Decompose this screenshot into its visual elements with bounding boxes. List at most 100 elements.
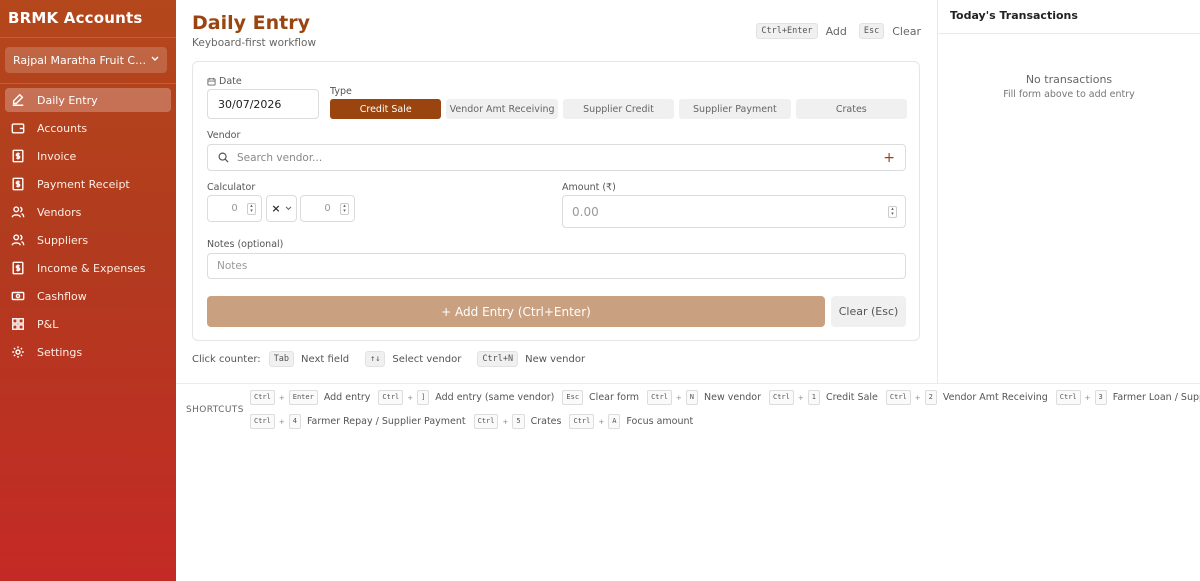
users-icon [10,233,25,248]
calendar-icon [207,77,216,86]
app-title: BRMK Accounts [0,0,176,38]
vendor-search-input[interactable]: Search vendor... + [207,144,906,171]
shortcut-key: 4 [288,414,301,429]
clear-button[interactable]: Clear (Esc) [831,296,906,327]
plus-separator: + [797,393,804,402]
shortcut-desc: Focus amount [626,416,694,427]
counter-text: New vendor [525,353,586,365]
type-tab-vendor-amt-receiving[interactable]: Vendor Amt Receiving [446,99,558,119]
type-tab-supplier-credit[interactable]: Supplier Credit [562,99,675,119]
page-title: Daily Entry [192,12,310,34]
shortcut-key: Ctrl [250,414,275,429]
amount-label: Amount (₹) [562,182,616,193]
shortcut-desc: Add entry [323,392,371,403]
shortcut-key: A [608,414,621,429]
sidebar-item-suppliers[interactable]: Suppliers [5,228,171,252]
shortcut-desc: Vendor Amt Receiving [942,392,1048,403]
shortcut-key: Esc [562,390,584,405]
shortcut-item: Ctrl +2 Vendor Amt Receiving [885,390,1048,405]
company-selector[interactable]: Rajpal Maratha Fruit Com... [5,47,167,73]
shortcut-item: Ctrl +4 Farmer Repay / Supplier Payment [250,414,466,429]
type-tab-supplier-payment[interactable]: Supplier Payment [679,99,791,119]
main-content: Daily Entry Keyboard-first workflow Ctrl… [176,0,937,383]
plus-separator: + [598,417,605,426]
vendor-label: Vendor [207,130,241,141]
sidebar-item-label: P&L [37,317,59,331]
shortcut-key: Ctrl [885,390,911,405]
company-name: Rajpal Maratha Fruit Com... [13,53,147,67]
sidebar-nav: Daily Entry Accounts Invoice Payment Receip… [0,84,176,372]
clear-key-label[interactable]: Clear [892,25,921,38]
counter-key: Ctrl+N [477,351,519,367]
sidebar-item-p-l[interactable]: P&L [5,312,171,336]
plus-separator: + [502,417,509,426]
vendor-placeholder: Search vendor... [237,151,323,164]
shortcut-key: Ctrl [250,390,275,405]
add-vendor-icon[interactable]: + [883,150,895,166]
sidebar-item-accounts[interactable]: Accounts [5,116,171,140]
sidebar-item-vendors[interactable]: Vendors [5,200,171,224]
stepper-icon[interactable]: ▴ ▾ [340,203,349,215]
type-label: Type [330,86,352,97]
shortcut-desc: New vendor [704,392,761,403]
shortcut-key: Ctrl [647,390,672,405]
sidebar-item-label: Daily Entry [37,93,98,107]
cash-icon [10,289,25,304]
plus-separator: + [914,393,921,402]
shortcut-item: Ctrl+3 Farmer Loan / Supplier Credit [1055,390,1200,405]
notes-label: Notes (optional) [207,239,284,250]
shortcut-desc: Add entry (same vendor) [435,392,555,403]
plus-separator: + [1084,393,1091,402]
calc-operand-b[interactable]: 0 ▴ ▾ [300,195,355,222]
shortcut-key: Enter [288,390,318,405]
calc-operand-a[interactable]: 0 ▴ ▾ [207,195,262,222]
shortcut-item: Ctrl + Enter Add entry [250,390,370,405]
shortcut-item: Ctrl + N New vendor [647,390,761,405]
counter-text: Select vendor [392,353,462,365]
dollar-icon [10,261,25,276]
clear-key-badge: Esc [858,23,885,39]
plus-separator: + [407,393,414,402]
plus-separator: + [675,393,682,402]
counter-text: Next field [301,353,350,365]
sidebar-item-label: Cashflow [37,289,87,303]
sidebar-item-payment-receipt[interactable]: Payment Receipt [5,172,171,196]
date-input[interactable]: 30/07/2026 [207,89,319,119]
date-label: Date [207,76,242,87]
shortcuts-line-2: Ctrl +4 Farmer Repay / Supplier Payment Ctr… [250,414,701,429]
shortcut-item: Ctrl +1 Credit Sale [769,390,878,405]
transactions-panel: Today's Transactions No transactions Fil… [937,0,1200,383]
sidebar-item-settings[interactable]: Settings [5,340,171,364]
receipt-icon [10,177,25,192]
shortcut-key: Ctrl [569,414,595,429]
entry-form-card: Date 30/07/2026 Type Credit Sale Vendor A… [192,61,920,341]
shortcuts-line-1: Ctrl + Enter Add entry Ctrl +] Add entry (same… [250,390,1200,405]
add-key-label[interactable]: Add [826,25,847,38]
sidebar-item-cashflow[interactable]: Cashflow [5,284,171,308]
shortcut-item: Ctrl +] Add entry (same vendor) [378,390,554,405]
add-entry-button[interactable]: + Add Entry (Ctrl+Enter) [207,296,825,327]
shortcut-key: Ctrl [378,390,404,405]
header-shortcuts: Ctrl+Enter Add Esc Clear [756,23,921,39]
shortcut-key: 2 [924,390,937,405]
invoice-icon [10,149,25,164]
sidebar-item-daily-entry[interactable]: Daily Entry [5,88,171,112]
edit-icon [10,93,25,108]
empty-state-subtitle: Fill form above to add entry [1003,89,1135,100]
stepper-icon[interactable]: ▴ ▾ [888,206,897,218]
amount-input[interactable]: 0.00 ▴ ▾ [562,195,906,228]
type-tab-credit-sale[interactable]: Credit Sale [330,99,442,119]
grid-icon [10,317,25,332]
shortcut-desc: Farmer Repay / Supplier Payment [306,416,466,427]
notes-input[interactable]: Notes [207,253,906,279]
chevron-down-icon [151,55,159,65]
shortcuts-title: SHORTCUTS [186,405,244,415]
type-tab-crates[interactable]: Crates [795,99,908,119]
sidebar-item-income-expenses[interactable]: Income & Expenses [5,256,171,280]
sidebar-item-invoice[interactable]: Invoice [5,144,171,168]
sidebar-item-label: Vendors [37,205,82,219]
shortcut-desc: Farmer Loan / Supplier Credit [1112,392,1200,403]
calc-operator-select[interactable]: × [266,195,297,222]
sidebar-item-label: Accounts [37,121,88,135]
stepper-icon[interactable]: ▴ ▾ [247,203,256,215]
